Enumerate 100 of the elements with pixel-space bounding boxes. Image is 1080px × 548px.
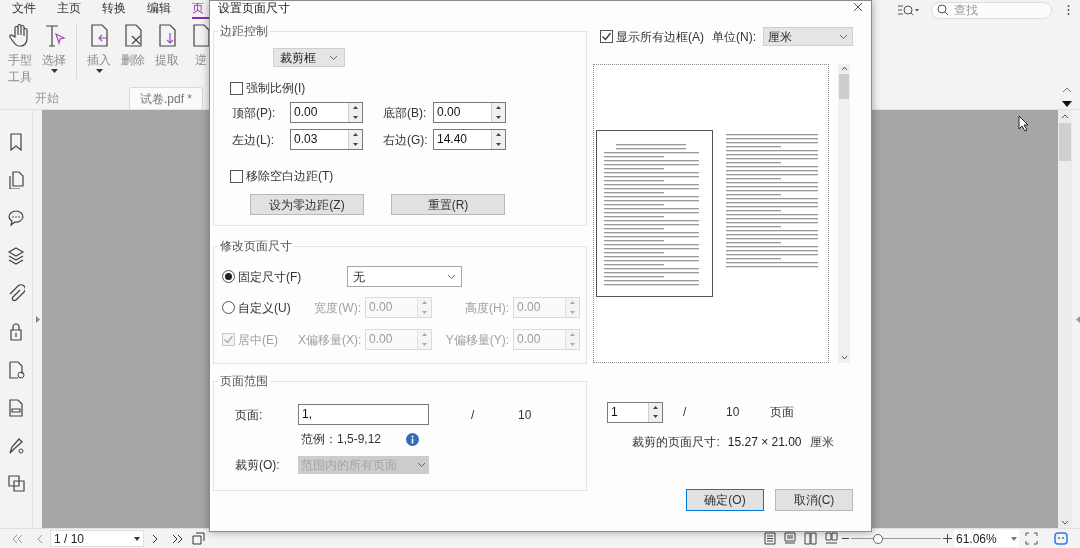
next-page-icon[interactable] (152, 533, 158, 544)
spin-down-button[interactable] (648, 412, 662, 422)
bookmark-icon[interactable] (7, 132, 25, 151)
down-triangle-icon (570, 310, 575, 314)
chevron-down-icon (329, 54, 338, 61)
up-triangle-icon (353, 133, 358, 137)
chat-bot-icon[interactable] (1054, 531, 1068, 546)
zoom-out-icon[interactable] (842, 537, 849, 540)
slider-thumb[interactable] (873, 533, 883, 544)
field-label: 右边(G): (383, 131, 429, 149)
menu-tab[interactable]: 编辑 (147, 0, 192, 19)
field-label: 底部(B): (383, 104, 428, 122)
spin-down-button[interactable] (491, 139, 505, 149)
checkbox-label: 显示所有边框(A) (616, 28, 704, 46)
spin-up-button[interactable] (491, 103, 505, 113)
last-page-icon[interactable] (172, 533, 183, 544)
two-page-icon[interactable] (804, 532, 817, 545)
up-triangle-icon (422, 333, 427, 337)
fullscreen-icon[interactable] (1025, 532, 1038, 545)
menu-tab[interactable]: 文件 (12, 0, 57, 19)
dialog-button[interactable]: 设为零边距(Z) (250, 194, 364, 215)
document-tab[interactable]: 试卷.pdf * (129, 87, 204, 109)
page-number-field[interactable]: 1 / 10 (50, 530, 144, 547)
down-triangle-icon (422, 342, 427, 346)
search-field[interactable]: 查找 (931, 1, 1052, 19)
checkbox[interactable] (230, 81, 243, 95)
chevron-up-icon[interactable] (1061, 114, 1069, 119)
spin-down-button[interactable] (348, 112, 362, 122)
size-value: 15.27 × 21.00 (727, 434, 802, 449)
field-label: 宽度(W): (313, 299, 362, 317)
document-form-icon[interactable] (7, 398, 25, 417)
layers-icon[interactable] (7, 246, 25, 265)
vertical-scrollbar[interactable] (1058, 110, 1072, 528)
dialog-title: 设置页面尺寸 (218, 1, 290, 15)
field-label: 页面: (235, 406, 264, 424)
checkbox[interactable] (600, 30, 613, 43)
close-icon[interactable] (853, 2, 863, 12)
spin-up-button[interactable] (348, 103, 362, 113)
two-page-scroll-icon[interactable] (825, 532, 838, 545)
collapse-panel-icon[interactable] (1076, 315, 1080, 323)
up-triangle-icon (570, 333, 575, 337)
group-title: 修改页面尺寸 (218, 238, 294, 254)
scroll-thumb[interactable] (839, 74, 849, 99)
rotate-view-icon[interactable] (192, 532, 205, 545)
previous-page-icon[interactable] (37, 533, 43, 544)
scroll-thumb[interactable] (1059, 123, 1071, 161)
menu-tab[interactable]: 转换 (102, 0, 147, 19)
spin-up-button[interactable] (348, 130, 362, 140)
first-page-icon[interactable] (12, 533, 23, 544)
spin-down-button[interactable] (348, 139, 362, 149)
menu-tab[interactable]: 主页 (57, 0, 102, 19)
cancel-button[interactable]: 取消(C) (775, 489, 853, 511)
chevron-up-icon[interactable] (1062, 87, 1072, 93)
up-triangle-icon (353, 106, 358, 110)
chevron-down-icon[interactable] (1061, 520, 1069, 525)
preview-scrollbar[interactable] (838, 64, 850, 363)
continuous-page-icon[interactable] (784, 532, 796, 545)
chevron-down-icon (839, 33, 848, 40)
mouse-cursor-icon (1018, 115, 1030, 132)
comment-icon[interactable] (7, 208, 25, 227)
zoom-slider[interactable] (851, 533, 941, 544)
pages-icon[interactable] (7, 170, 25, 189)
spin-up-button[interactable] (648, 402, 662, 412)
radio-button[interactable] (222, 301, 235, 314)
spin-down-button[interactable] (491, 112, 505, 122)
box-type-dropdown[interactable]: 裁剪框 (273, 48, 345, 67)
chevron-down-icon[interactable] (840, 355, 848, 360)
checkbox-label: 居中(E) (238, 331, 278, 349)
zoom-in-icon[interactable] (943, 534, 952, 543)
info-icon[interactable] (406, 432, 419, 446)
dialog-button[interactable]: 重置(R) (391, 194, 505, 215)
zoom-field[interactable]: 61.06% (954, 530, 1019, 547)
up-triangle-icon (496, 133, 501, 137)
checkbox[interactable] (230, 169, 243, 183)
spin-up-button[interactable] (491, 130, 505, 140)
search-icon (937, 4, 949, 16)
page-size-dropdown[interactable]: 无 (347, 266, 462, 287)
down-triangle-icon (353, 115, 358, 119)
more-icon[interactable] (1067, 3, 1070, 16)
example-text: 范例：1,5-9,12 (301, 431, 383, 448)
pen-stamp-icon[interactable] (7, 436, 25, 455)
field-label: 左边(L): (232, 131, 275, 149)
search-options-icon[interactable] (897, 2, 919, 17)
radio-button[interactable] (222, 270, 235, 283)
caret-down-icon[interactable] (1062, 101, 1072, 107)
number-field[interactable]: 0.00 (290, 102, 363, 123)
overlay-pages-icon[interactable] (7, 474, 25, 493)
chevron-up-icon[interactable] (840, 66, 848, 71)
lock-icon[interactable] (7, 322, 25, 341)
number-field[interactable]: 0.03 (290, 129, 363, 150)
page-range-field[interactable]: 1, (298, 404, 429, 425)
expand-panel-icon[interactable] (35, 315, 40, 323)
number-field[interactable]: 14.40 (433, 129, 506, 150)
radio-label: 固定尺寸(F) (238, 268, 302, 286)
single-page-icon[interactable] (764, 532, 776, 545)
attachment-icon[interactable] (7, 284, 25, 303)
unit-dropdown[interactable]: 厘米 (763, 27, 853, 46)
number-field[interactable]: 0.00 (433, 102, 506, 123)
number-field[interactable]: 1 (607, 401, 663, 423)
ok-button[interactable]: 确定(O) (686, 489, 764, 511)
